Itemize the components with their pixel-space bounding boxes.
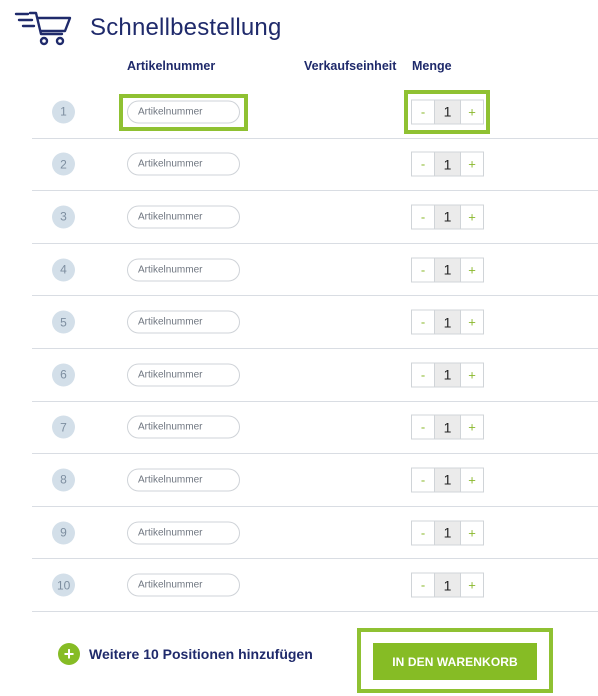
quantity-value[interactable]: 1 <box>434 152 461 176</box>
increase-quantity-button[interactable]: + <box>461 205 483 229</box>
table-row: 4 -1+ <box>32 244 598 297</box>
row-number-badge: 8 <box>52 468 75 492</box>
article-number-input[interactable] <box>127 152 240 176</box>
quantity-value[interactable]: 1 <box>434 310 461 334</box>
article-number-input[interactable] <box>127 100 240 124</box>
page-title: Schnellbestellung <box>90 14 282 41</box>
table-row: 6 -1+ <box>32 349 598 402</box>
column-header-article: Artikelnummer <box>127 59 216 73</box>
quantity-stepper[interactable]: -1 + <box>411 572 484 598</box>
row-number-badge: 5 <box>52 310 75 334</box>
decrease-quantity-button[interactable]: - <box>412 205 434 229</box>
row-number-badge: 2 <box>52 152 75 176</box>
table-row: 3 -1+ <box>32 191 598 244</box>
quantity-value[interactable]: 1 <box>434 573 461 597</box>
increase-quantity-button[interactable]: + <box>461 258 483 282</box>
page-header: Schnellbestellung <box>14 8 282 48</box>
add-to-cart-button[interactable]: IN DEN WARENKORB <box>373 643 537 680</box>
row-number-badge: 4 <box>52 258 75 282</box>
decrease-quantity-button[interactable]: - <box>412 415 434 439</box>
table-row: 9 -1+ <box>32 507 598 560</box>
increase-quantity-button[interactable]: + <box>461 573 483 597</box>
increase-quantity-button[interactable]: + <box>461 415 483 439</box>
table-row: 5 -1+ <box>32 296 598 349</box>
row-number-badge: 3 <box>52 205 75 229</box>
quantity-stepper[interactable]: -1 + <box>411 99 484 125</box>
quantity-stepper[interactable]: -1 + <box>411 204 484 230</box>
add-circle-icon: + <box>58 643 80 665</box>
quantity-stepper[interactable]: -1 + <box>411 257 484 283</box>
decrease-quantity-button[interactable]: - <box>412 152 434 176</box>
decrease-quantity-button[interactable]: - <box>412 573 434 597</box>
row-number-badge: 9 <box>52 521 75 545</box>
table-row: 1-1+ <box>32 86 598 139</box>
row-number-badge: 1 <box>52 100 75 124</box>
decrease-quantity-button[interactable]: - <box>412 100 434 124</box>
add-more-positions-link[interactable]: + Weitere 10 Positionen hinzufügen <box>58 643 313 665</box>
quantity-value[interactable]: 1 <box>434 415 461 439</box>
row-number-badge: 10 <box>52 573 76 597</box>
table-row: 10 -1+ <box>32 559 598 612</box>
quick-cart-icon <box>14 8 76 48</box>
article-number-input[interactable] <box>127 573 240 597</box>
decrease-quantity-button[interactable]: - <box>412 310 434 334</box>
column-header-quantity: Menge <box>412 59 452 73</box>
table-row: 8 -1+ <box>32 454 598 507</box>
table-row: 2 -1+ <box>32 139 598 192</box>
order-rows: 1-1+2-1+3-1+4-1+5-1+6-1+7-1+8-1+9-1+10-1… <box>32 86 598 612</box>
quantity-value[interactable]: 1 <box>434 468 461 492</box>
decrease-quantity-button[interactable]: - <box>412 258 434 282</box>
quantity-stepper[interactable]: -1 + <box>411 467 484 493</box>
article-number-input[interactable] <box>127 310 240 334</box>
decrease-quantity-button[interactable]: - <box>412 468 434 492</box>
quantity-stepper[interactable]: -1 + <box>411 151 484 177</box>
article-number-input[interactable] <box>127 205 240 229</box>
row-number-badge: 6 <box>52 363 75 387</box>
article-number-input[interactable] <box>127 363 240 387</box>
decrease-quantity-button[interactable]: - <box>412 363 434 387</box>
quantity-value[interactable]: 1 <box>434 521 461 545</box>
article-number-input[interactable] <box>127 468 240 492</box>
article-number-input[interactable] <box>127 521 240 545</box>
add-more-label: Weitere 10 Positionen hinzufügen <box>89 646 313 662</box>
article-number-input[interactable] <box>127 415 240 439</box>
quantity-stepper[interactable]: -1 + <box>411 414 484 440</box>
increase-quantity-button[interactable]: + <box>461 468 483 492</box>
increase-quantity-button[interactable]: + <box>461 310 483 334</box>
increase-quantity-button[interactable]: + <box>461 100 483 124</box>
row-number-badge: 7 <box>52 415 75 439</box>
table-row: 7 -1+ <box>32 402 598 455</box>
quantity-value[interactable]: 1 <box>434 363 461 387</box>
quantity-stepper[interactable]: -1 + <box>411 362 484 388</box>
quantity-value[interactable]: 1 <box>434 100 461 124</box>
article-number-input[interactable] <box>127 258 240 282</box>
quantity-value[interactable]: 1 <box>434 258 461 282</box>
increase-quantity-button[interactable]: + <box>461 152 483 176</box>
column-header-unit: Verkaufseinheit <box>304 59 397 73</box>
increase-quantity-button[interactable]: + <box>461 363 483 387</box>
quantity-stepper[interactable]: -1 + <box>411 309 484 335</box>
quantity-value[interactable]: 1 <box>434 205 461 229</box>
highlight-cart-button: IN DEN WARENKORB <box>357 628 553 693</box>
decrease-quantity-button[interactable]: - <box>412 521 434 545</box>
increase-quantity-button[interactable]: + <box>461 521 483 545</box>
quantity-stepper[interactable]: -1 + <box>411 520 484 546</box>
